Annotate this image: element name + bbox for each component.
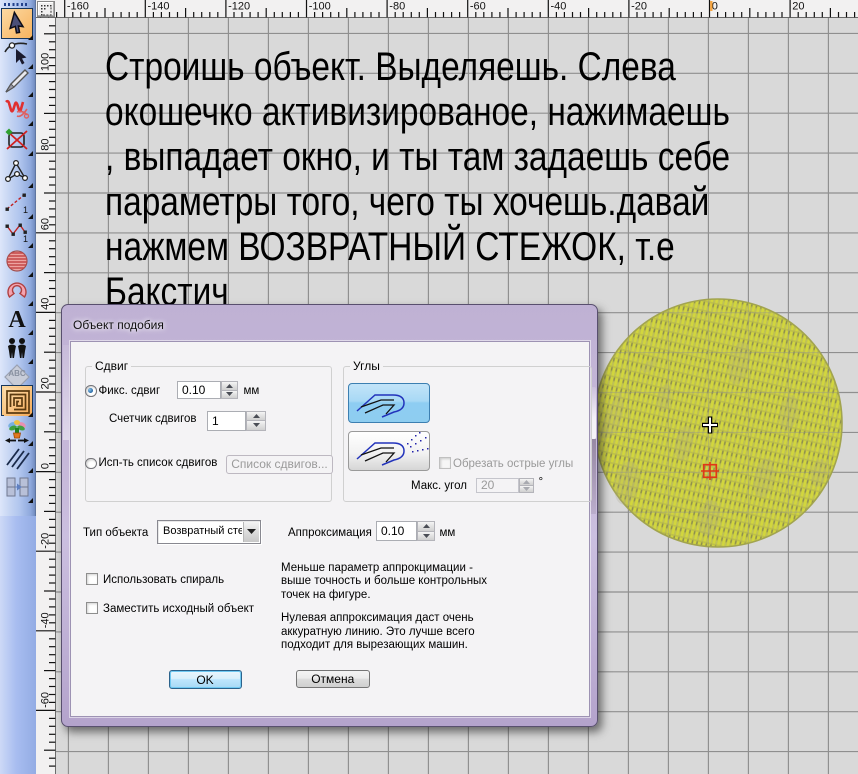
svg-text:-60: -60: [470, 1, 486, 13]
svg-text:20: 20: [40, 377, 52, 389]
svg-text:100: 100: [40, 53, 52, 71]
svg-text:40: 40: [40, 298, 52, 310]
svg-text:0: 0: [712, 1, 718, 13]
svg-text:ABC: ABC: [8, 369, 26, 378]
svg-text:-40: -40: [551, 1, 567, 13]
svg-text:60: 60: [40, 218, 52, 230]
svg-text:80: 80: [40, 138, 52, 150]
svg-text:A: A: [8, 307, 26, 333]
svg-text:-100: -100: [309, 1, 331, 13]
svg-text:-80: -80: [389, 1, 405, 13]
svg-text:-20: -20: [631, 1, 647, 13]
svg-text:-140: -140: [148, 1, 170, 13]
svg-text:-160: -160: [67, 1, 89, 13]
svg-text:20: 20: [792, 1, 804, 13]
svg-text:-120: -120: [228, 1, 250, 13]
